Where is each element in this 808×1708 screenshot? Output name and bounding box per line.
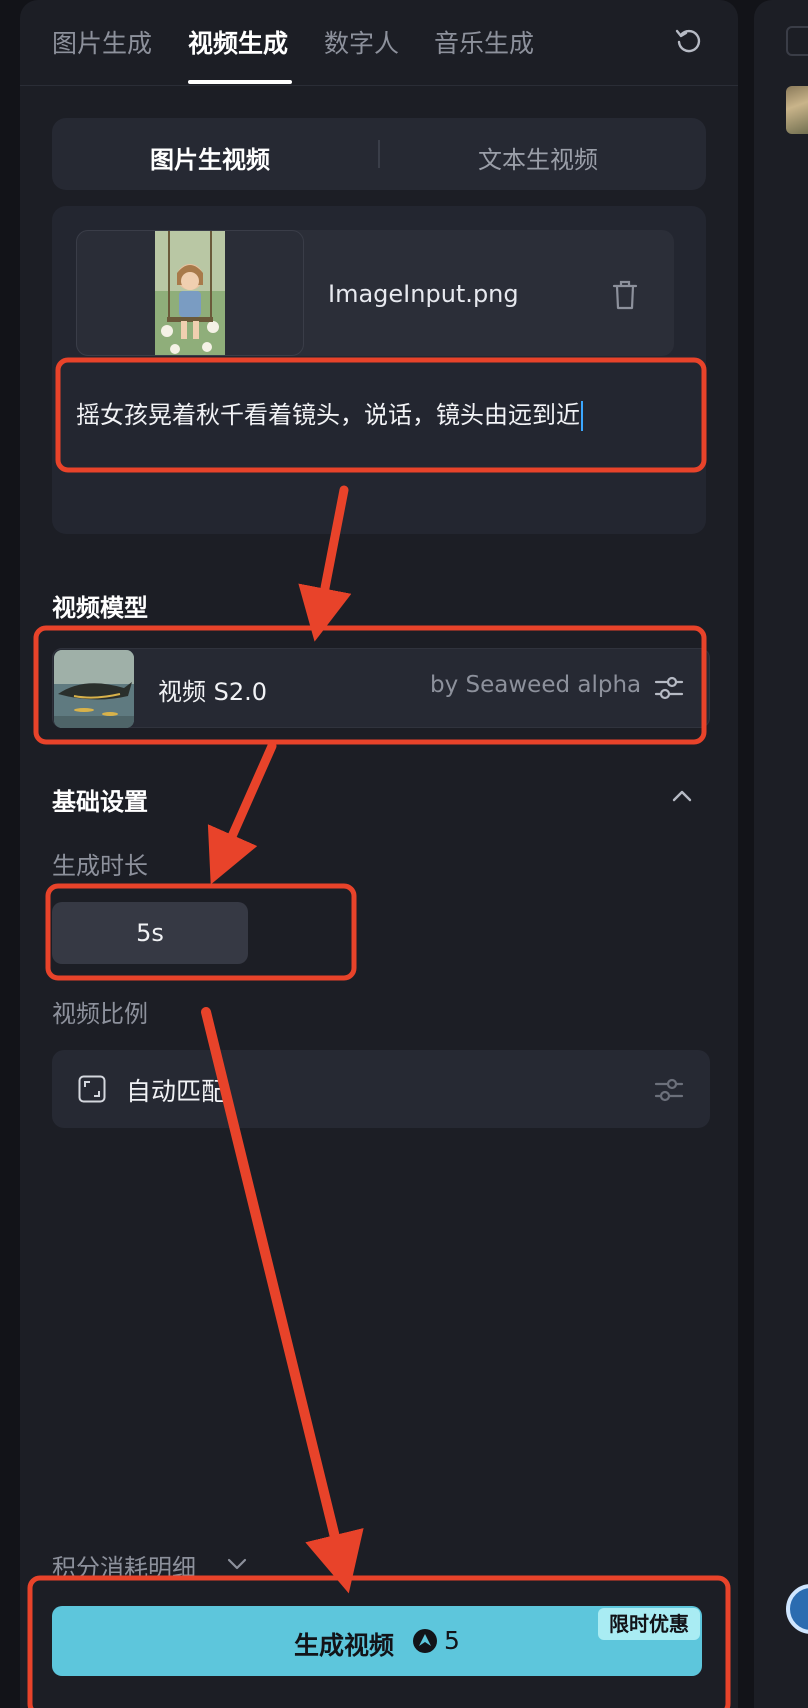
segment-text-to-video[interactable]: 文本生视频 [478,140,598,175]
refresh-icon[interactable] [674,26,704,56]
prompt-text: 摇女孩晃着秋千看着镜头，说话，镜头由远到近 [76,401,580,429]
chevron-up-icon[interactable] [670,784,694,808]
ratio-label: 视频比例 [52,1000,148,1028]
tab-image-generation[interactable]: 图片生成 [52,24,152,60]
mode-tabs: 图片生成 视频生成 数字人 音乐生成 [20,0,738,86]
aspect-ratio-icon [78,1075,106,1103]
file-name: ImageInput.png [328,280,519,308]
points-detail-toggle[interactable]: 积分消耗明细 [52,1548,196,1583]
duration-option-5s[interactable]: 5s [52,902,248,964]
sliders-icon[interactable] [654,673,684,703]
tab-music-generation[interactable]: 音乐生成 [434,24,534,60]
text-caret [581,401,583,431]
girl-on-swing-image [155,231,225,355]
image-thumbnail[interactable] [76,230,304,356]
model-name: 视频 S2.0 [158,678,268,706]
duration-label: 生成时长 [52,852,148,880]
preview-panel [754,0,808,1708]
model-thumbnail [54,650,134,728]
credit-cost: 5 [444,1626,460,1655]
active-tab-indicator [188,80,292,84]
model-provider: by Seaweed alpha [430,672,642,698]
trash-icon[interactable] [612,280,638,310]
video-model-title: 视频模型 [52,594,148,622]
chevron-down-icon[interactable] [226,1552,248,1574]
credit-icon [413,1629,437,1653]
ratio-sliders-icon[interactable] [654,1075,684,1105]
basic-settings-title: 基础设置 [52,788,148,816]
ratio-value: 自动匹配 [126,1077,227,1106]
generate-video-label: 生成视频 [294,1631,395,1660]
tab-digital-human[interactable]: 数字人 [324,24,399,60]
promo-badge: 限时优惠 [598,1608,700,1640]
tab-video-generation[interactable]: 视频生成 [188,24,288,60]
history-thumbnail[interactable] [786,86,808,134]
select-checkbox[interactable] [786,26,808,56]
segment-divider [378,140,380,168]
generation-type-switch: 图片生视频 文本生视频 [52,118,706,190]
segment-image-to-video[interactable]: 图片生视频 [150,140,270,175]
prompt-input[interactable]: 摇女孩晃着秋千看着镜头，说话，镜头由远到近 [76,395,583,431]
